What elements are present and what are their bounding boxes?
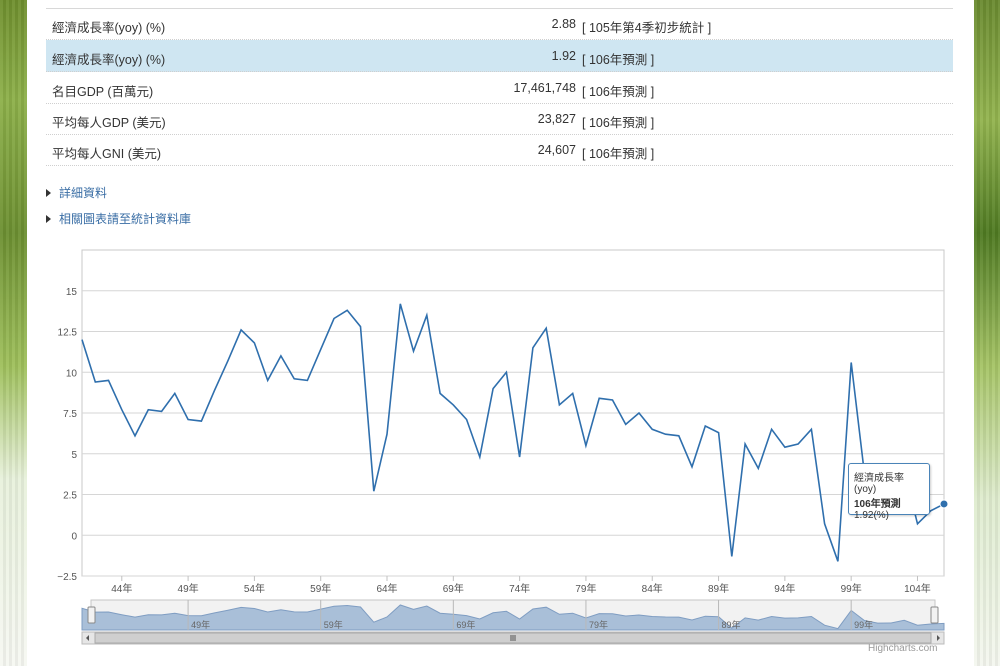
navigator-tick-label: 79年: [589, 619, 608, 630]
navigator-handle[interactable]: [87, 606, 96, 624]
y-axis-ticks: −2.5 0 2.5 5 7.5 10 12.5 15: [57, 287, 77, 583]
x-tick-label: 99年: [841, 582, 862, 595]
series-line: [81, 303, 949, 562]
navigator-tick-label: 59年: [324, 619, 343, 630]
tooltip-point: 106年預測: [854, 499, 901, 510]
y-tick-label: 15: [66, 287, 78, 298]
series-path: [81, 303, 945, 562]
x-tick-label: 54年: [244, 582, 265, 595]
growth-rate-chart[interactable]: −2.5 0 2.5 5 7.5 10 12.5 15 44年 49年 54年 59年 64年 69年 7…: [0, 0, 1000, 666]
y-tick-label: 10: [66, 368, 78, 379]
y-tick-label: 2.5: [63, 491, 77, 502]
navigator-tick-label: 69年: [456, 619, 475, 630]
tooltip: 經濟成長率(yoy) 106年預測 1.92(%): [848, 463, 930, 521]
y-tick-label: 0: [71, 531, 77, 542]
tooltip-series: 經濟成長率(yoy): [854, 473, 904, 495]
tooltip-value: 1.92(%): [854, 510, 890, 521]
x-tick-label: 49年: [178, 582, 199, 595]
x-tick-label: 44年: [111, 582, 132, 595]
y-tick-label: 12.5: [58, 328, 78, 339]
chart-credit[interactable]: Highcharts.com: [868, 643, 937, 654]
x-tick-label: 84年: [642, 582, 663, 595]
x-axis-ticks: 44年 49年 54年 59年 64年 69年 74年 79年 84年 89年 94年 99年 104年: [111, 576, 931, 595]
y-tick-label: −2.5: [57, 572, 77, 583]
y-tick-label: 5: [71, 450, 77, 461]
x-tick-label: 74年: [509, 582, 530, 595]
navigator-tick-label: 89年: [722, 619, 741, 630]
navigator-handle[interactable]: [930, 606, 939, 624]
x-tick-label: 79年: [575, 582, 596, 595]
x-tick-label: 69年: [443, 582, 464, 595]
x-tick-label: 64年: [376, 582, 397, 595]
x-tick-label: 94年: [774, 582, 795, 595]
x-tick-label: 59年: [310, 582, 331, 595]
y-tick-label: 7.5: [63, 409, 77, 420]
x-tick-label: 89年: [708, 582, 729, 595]
x-tick-label: 104年: [904, 582, 931, 595]
hover-marker[interactable]: [939, 499, 949, 509]
navigator-tick-label: 99年: [854, 619, 873, 630]
navigator[interactable]: 49年 59年 69年 79年 89年 99年: [81, 599, 945, 645]
navigator-tick-label: 49年: [191, 619, 210, 630]
